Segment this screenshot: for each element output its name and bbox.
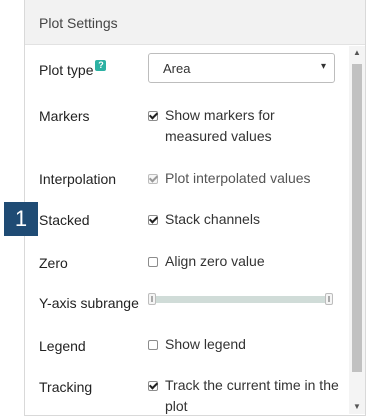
panel-header: Plot Settings xyxy=(25,0,365,45)
plot-type-label-text: Plot type xyxy=(39,62,94,78)
markers-option-text[interactable]: Show markers for measured values xyxy=(165,105,340,147)
interpolation-checkbox[interactable] xyxy=(148,174,158,184)
slider-track[interactable] xyxy=(152,296,329,303)
scroll-thumb[interactable] xyxy=(352,64,362,372)
plot-type-select[interactable]: Area ▾ xyxy=(148,53,335,83)
plot-settings-panel: Plot Settings Plot type? Area ▾ Markers … xyxy=(24,0,366,416)
zero-option-text[interactable]: Align zero value xyxy=(165,251,340,272)
panel-title: Plot Settings xyxy=(39,15,118,31)
markers-checkbox[interactable] xyxy=(148,111,158,121)
legend-label: Legend xyxy=(39,338,86,354)
slider-min-handle[interactable] xyxy=(148,293,156,305)
stacked-checkbox[interactable] xyxy=(148,215,158,225)
scrollbar[interactable]: ▲ ▼ xyxy=(349,46,365,414)
legend-checkbox[interactable] xyxy=(148,340,158,350)
chevron-down-icon: ▾ xyxy=(320,61,326,72)
tracking-label: Tracking xyxy=(39,379,93,395)
subrange-label: Y-axis subrange xyxy=(39,295,139,311)
subrange-slider[interactable] xyxy=(148,293,333,305)
stacked-label: Stacked xyxy=(39,212,90,228)
scroll-down-icon[interactable]: ▼ xyxy=(349,400,365,414)
plot-type-label: Plot type? xyxy=(39,60,107,78)
settings-form: Plot type? Area ▾ Markers Show markers f… xyxy=(25,46,349,414)
markers-label: Markers xyxy=(39,108,90,124)
legend-option-text[interactable]: Show legend xyxy=(165,334,340,355)
stacked-option-text[interactable]: Stack channels xyxy=(165,209,340,230)
step-badge: 1 xyxy=(4,202,38,236)
tracking-checkbox[interactable] xyxy=(148,381,158,391)
interpolation-option-text[interactable]: Plot interpolated values xyxy=(165,168,340,189)
zero-label: Zero xyxy=(39,255,68,271)
plot-type-value: Area xyxy=(163,61,191,76)
zero-checkbox[interactable] xyxy=(148,257,158,267)
help-icon[interactable]: ? xyxy=(95,60,107,71)
tracking-option-text[interactable]: Track the current time in the plot xyxy=(165,375,340,414)
interpolation-label: Interpolation xyxy=(39,171,117,187)
scroll-up-icon[interactable]: ▲ xyxy=(349,46,365,60)
slider-max-handle[interactable] xyxy=(325,293,333,305)
